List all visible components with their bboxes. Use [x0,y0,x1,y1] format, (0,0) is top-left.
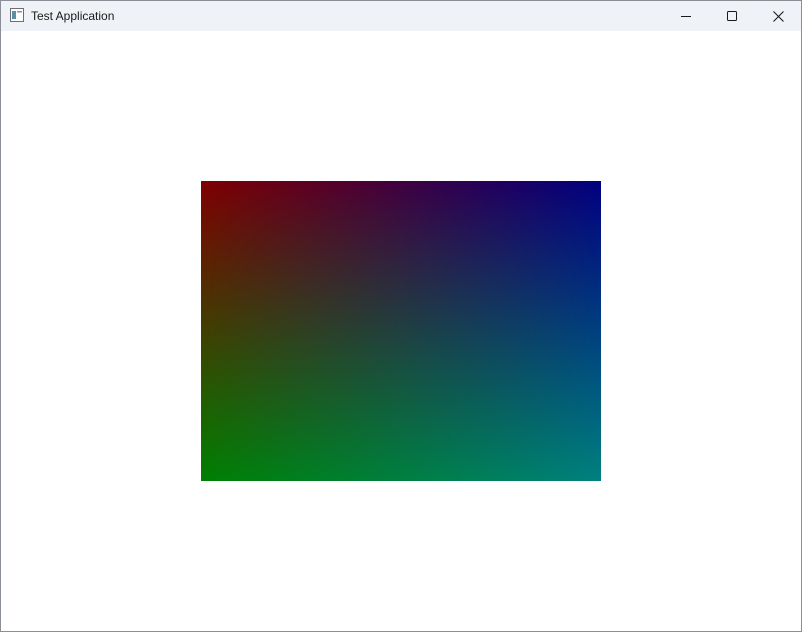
minimize-icon [681,16,691,17]
maximize-button[interactable] [709,1,755,31]
close-icon [772,10,784,22]
title-bar[interactable]: Test Application [1,1,801,31]
gradient-canvas [201,181,601,481]
application-window: Test Application [0,0,802,632]
minimize-button[interactable] [663,1,709,31]
close-button[interactable] [755,1,801,31]
window-title: Test Application [31,9,115,23]
caption-buttons [663,1,801,31]
maximize-icon [727,11,737,21]
window-app-icon[interactable] [10,8,24,22]
client-area [1,31,801,631]
gradient-right-layer [201,181,601,481]
